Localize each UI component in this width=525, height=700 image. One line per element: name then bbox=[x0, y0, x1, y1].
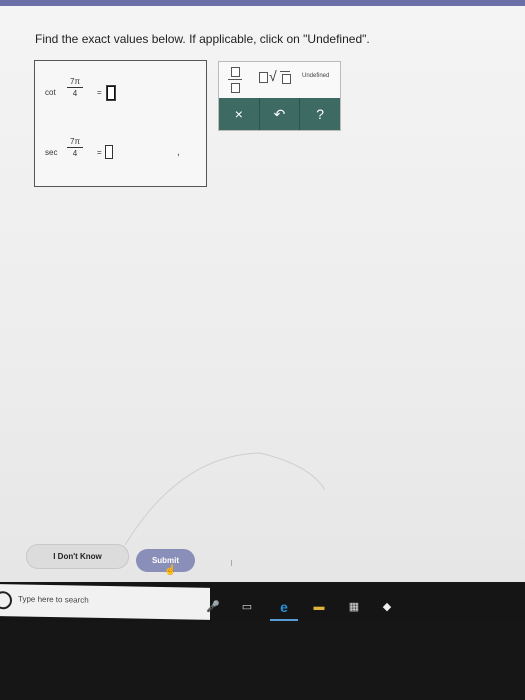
cot-equals: = bbox=[97, 88, 102, 97]
undo-button[interactable]: ↶ bbox=[260, 98, 301, 130]
bezel bbox=[0, 622, 525, 700]
help-icon: ? bbox=[316, 106, 325, 122]
task-view-icon[interactable]: ▭ bbox=[240, 600, 254, 614]
fraction-template-button[interactable] bbox=[228, 67, 242, 93]
fraction-bar bbox=[67, 147, 83, 148]
palette-actions-row: × ↶ ? bbox=[219, 98, 340, 130]
sec-answer-input[interactable] bbox=[105, 145, 113, 159]
cot-denominator: 4 bbox=[72, 89, 78, 98]
taskbar-search[interactable]: Type here to search bbox=[0, 584, 210, 620]
sec-equals: = bbox=[97, 148, 102, 157]
sec-denominator: 4 bbox=[72, 149, 78, 158]
instruction-text: Find the exact values below. If applicab… bbox=[35, 32, 370, 46]
cot-answer-input[interactable] bbox=[107, 86, 115, 100]
file-explorer-icon[interactable]: ▬ bbox=[312, 600, 326, 614]
radical-icon: √ bbox=[269, 68, 277, 84]
cot-function-label: cot bbox=[45, 88, 56, 97]
undefined-button[interactable]: Undefined bbox=[302, 73, 329, 79]
question-box: cot 7π 4 = sec 7π 4 = , bbox=[34, 60, 207, 187]
sec-fraction: 7π 4 bbox=[67, 137, 83, 158]
microphone-icon[interactable]: 🎤 bbox=[206, 600, 220, 614]
cot-fraction: 7π 4 bbox=[67, 77, 83, 98]
sec-numerator: 7π bbox=[70, 137, 80, 146]
graduation-cap-icon[interactable]: ◆ bbox=[380, 600, 394, 614]
divider bbox=[231, 560, 232, 566]
palette-templates-row: √ Undefined bbox=[219, 62, 340, 98]
screen: Find the exact values below. If applicab… bbox=[0, 0, 525, 588]
hand-cursor-icon: ☝ bbox=[164, 565, 177, 576]
edge-browser-icon[interactable]: e bbox=[277, 600, 291, 614]
undo-icon: ↶ bbox=[273, 105, 286, 122]
screen-glare-curve bbox=[124, 452, 326, 546]
store-icon[interactable]: ▦ bbox=[347, 600, 361, 614]
math-palette: √ Undefined × ↶ ? bbox=[218, 61, 341, 131]
fraction-bar bbox=[67, 87, 83, 88]
cot-numerator: 7π bbox=[70, 77, 80, 86]
search-placeholder: Type here to search bbox=[18, 594, 89, 605]
close-icon: × bbox=[234, 106, 243, 122]
dont-know-button[interactable]: I Don't Know bbox=[26, 544, 129, 569]
cot-expression: cot 7π 4 = bbox=[45, 75, 135, 109]
active-app-indicator bbox=[270, 619, 298, 621]
help-button[interactable]: ? bbox=[300, 98, 340, 130]
top-bar bbox=[0, 0, 525, 6]
clear-button[interactable]: × bbox=[219, 98, 260, 130]
sqrt-template-button[interactable]: √ bbox=[259, 68, 299, 85]
sec-expression: sec 7π 4 = , bbox=[45, 135, 195, 169]
sec-function-label: sec bbox=[45, 148, 58, 157]
cortana-icon bbox=[0, 591, 12, 610]
separator-comma: , bbox=[177, 147, 180, 158]
